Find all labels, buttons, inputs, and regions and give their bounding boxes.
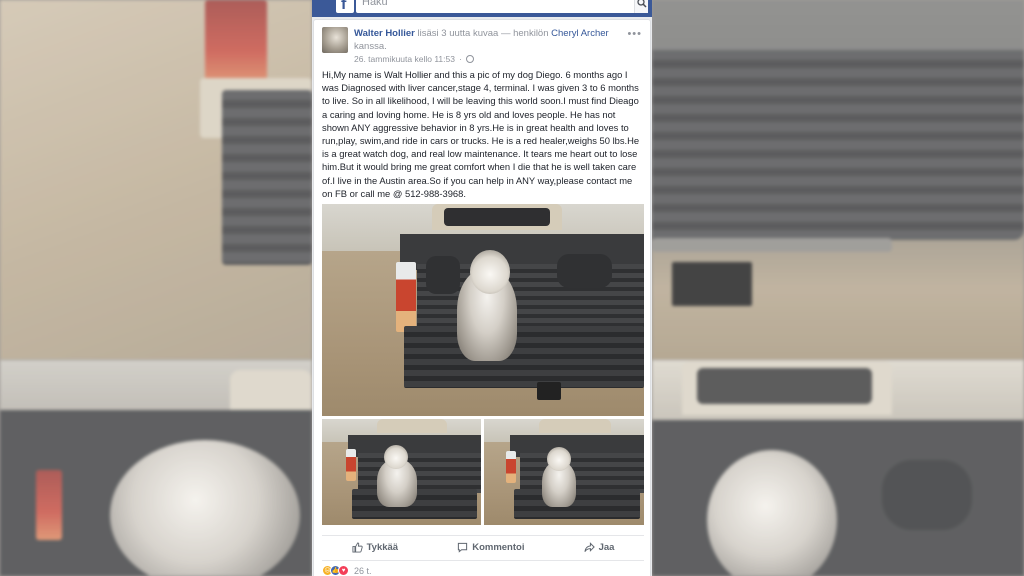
post-action-bar: Tykkää Kommentoi Jaa: [322, 535, 644, 555]
search-placeholder[interactable]: Haku: [362, 0, 388, 9]
reactions-summary[interactable]: ☹ 👍 ♥ 26 t.: [322, 560, 644, 576]
comment-icon: [458, 542, 468, 553]
post-header: Walter Hollier lisäsi 3 uutta kuvaa — he…: [354, 27, 644, 53]
share-icon: [583, 542, 595, 552]
share-label: Jaa: [598, 542, 615, 553]
post-photo-main[interactable]: [322, 204, 644, 416]
post-timestamp[interactable]: 26. tammikuuta kello 11:53: [354, 54, 455, 64]
tagged-suffix: kanssa.: [354, 41, 387, 52]
meta-separator: ·: [458, 54, 462, 64]
facebook-post-column: f Haku Walter Hollier lisäsi 3 uutta kuv…: [312, 0, 652, 576]
author-name[interactable]: Walter Hollier: [354, 28, 415, 39]
author-avatar[interactable]: [322, 27, 348, 53]
post-meta: 26. tammikuuta kello 11:53 ·: [354, 54, 474, 64]
post-photo-small-1[interactable]: [322, 419, 481, 525]
post-body-text: Hi,My name is Walt Hollier and this a pi…: [322, 69, 640, 199]
post-card: Walter Hollier lisäsi 3 uutta kuvaa — he…: [313, 19, 651, 576]
like-button[interactable]: Tykkää: [352, 542, 399, 553]
facebook-logo-icon[interactable]: f: [336, 0, 354, 13]
comment-label: Kommentoi: [472, 542, 525, 553]
globe-icon: [465, 55, 474, 63]
search-icon: [637, 0, 647, 8]
love-reaction-icon: ♥: [338, 565, 349, 576]
share-button[interactable]: Jaa: [583, 542, 615, 553]
comment-button[interactable]: Kommentoi: [457, 542, 524, 553]
tagged-person[interactable]: Cheryl Archer: [551, 28, 609, 39]
reaction-count[interactable]: 26 t.: [354, 566, 372, 576]
post-action-text: lisäsi 3 uutta kuvaa — henkilön: [417, 28, 549, 39]
post-photo-small-2[interactable]: [484, 419, 644, 525]
facebook-top-bar: f Haku: [312, 0, 652, 17]
post-options-icon[interactable]: •••: [627, 28, 642, 40]
like-label: Tykkää: [366, 542, 399, 553]
search-box[interactable]: Haku: [356, 0, 648, 13]
search-button[interactable]: [634, 0, 648, 13]
thumbs-up-icon: [352, 542, 363, 553]
